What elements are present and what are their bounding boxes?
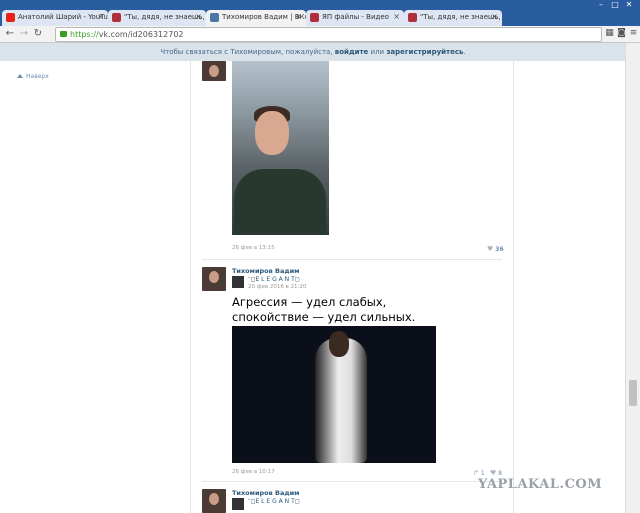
scrollbar-thumb[interactable] <box>629 380 637 406</box>
url-path: /id206312702 <box>127 30 184 39</box>
avatar[interactable] <box>202 267 226 291</box>
tab-label: "Ты, дядя, не знаешь, с к <box>124 13 206 21</box>
browser-toolbar: ← → ↻ https://vk.com/id206312702 ▦ ◙ ≡ <box>0 26 640 43</box>
camera-extension-icon[interactable]: ◙ <box>616 28 627 39</box>
tab-vk-profile[interactable]: Тихомиров Вадим | ВКон × <box>206 10 306 26</box>
window-controls: – □ ✕ <box>594 0 636 12</box>
back-icon[interactable]: ← <box>4 27 16 40</box>
repost-source-avatar[interactable] <box>232 498 244 510</box>
post-divider <box>202 481 502 482</box>
avatar[interactable] <box>202 489 226 513</box>
post-author[interactable]: Тихомиров Вадим <box>232 267 299 275</box>
yaplakal-icon <box>310 13 319 22</box>
login-banner: Чтобы связаться с Тихомировым, пожалуйст… <box>0 43 626 61</box>
tab-label: "Ты, дядя, не знаешь, с к <box>420 13 502 21</box>
share-count: 1 <box>480 470 485 477</box>
photo-content <box>329 331 349 357</box>
forward-icon[interactable]: → <box>18 27 30 40</box>
reload-icon[interactable]: ↻ <box>32 27 44 40</box>
close-icon[interactable]: × <box>97 12 104 21</box>
wall-feed: 26 фев в 13:15 ♥ 36 Тихомиров Вадим ᵔ◻E L… <box>190 61 514 513</box>
share-icon: ↱ <box>473 469 479 477</box>
repost-date[interactable]: 20 фев 2016 в 21:20 <box>248 284 306 290</box>
yaplakal-icon <box>408 13 417 22</box>
like-button[interactable]: ♥ 8 <box>490 469 502 477</box>
maximize-icon[interactable]: □ <box>608 0 622 9</box>
post-date[interactable]: 26 фев в 10:17 <box>232 469 275 475</box>
repost-source-avatar[interactable] <box>232 276 244 288</box>
post-author[interactable]: Тихомиров Вадим <box>232 489 299 497</box>
tab-label: ЯП файлы - Видео <box>322 13 389 21</box>
heart-icon: ♥ <box>487 245 494 253</box>
url-domain: vk.com <box>98 30 128 39</box>
tab-label: Анатолий Шарий - YouTu <box>18 13 108 21</box>
post-text-line: спокойствие — удел сильных. <box>232 310 416 324</box>
close-icon[interactable]: × <box>393 12 400 21</box>
tab-yaplakal-2[interactable]: "Ты, дядя, не знаешь, с к × <box>404 10 502 26</box>
post-divider <box>202 259 502 260</box>
like-button[interactable]: ♥ 36 <box>487 245 504 253</box>
extension-icon[interactable]: ▦ <box>604 28 615 39</box>
tab-yaplakal-1[interactable]: "Ты, дядя, не знаешь, с к × <box>108 10 206 26</box>
repost-source-name[interactable]: ᵔ◻E L E G A N T◻ <box>248 276 300 283</box>
post-photo[interactable] <box>232 326 436 463</box>
arrow-up-icon <box>17 74 23 78</box>
right-column <box>513 61 626 513</box>
close-icon[interactable]: × <box>491 12 498 21</box>
banner-text: или <box>368 48 387 56</box>
browser-tab-strip: Анатолий Шарий - YouTu × "Ты, дядя, не з… <box>0 0 640 26</box>
register-link[interactable]: зарегистрируйтесь <box>386 48 463 56</box>
heart-icon: ♥ <box>490 469 497 477</box>
minimize-icon[interactable]: – <box>594 0 608 9</box>
page-scrollbar[interactable] <box>625 43 640 513</box>
photo-content <box>255 111 289 155</box>
tab-youtube[interactable]: Анатолий Шарий - YouTu × <box>2 10 108 26</box>
address-bar[interactable]: https://vk.com/id206312702 <box>55 27 602 42</box>
like-count: 8 <box>498 470 503 477</box>
post-text-line: Агрессия — удел слабых, <box>232 295 387 309</box>
lock-icon <box>60 31 67 37</box>
banner-text: Чтобы связаться с Тихомировым, пожалуйст… <box>160 48 335 56</box>
left-column <box>0 61 190 513</box>
tab-yaplakal-video[interactable]: ЯП файлы - Видео × <box>306 10 404 26</box>
menu-icon[interactable]: ≡ <box>628 28 639 39</box>
post-photo[interactable] <box>232 61 329 235</box>
like-count: 36 <box>495 246 504 253</box>
post-date[interactable]: 26 фев в 13:15 <box>232 245 275 251</box>
yaplakal-icon <box>112 13 121 22</box>
vk-icon <box>210 13 219 22</box>
tab-label: Тихомиров Вадим | ВКон <box>222 13 306 21</box>
share-button[interactable]: ↱ 1 <box>473 469 485 477</box>
banner-text: . <box>463 48 466 56</box>
watermark: YAPLAKAL.COM <box>478 477 603 492</box>
login-link[interactable]: войдите <box>335 48 369 56</box>
youtube-icon <box>6 13 15 22</box>
url-scheme: https:// <box>70 30 99 39</box>
photo-content <box>234 169 326 235</box>
scroll-to-top-link[interactable]: Наверх <box>17 73 49 80</box>
avatar[interactable] <box>202 61 226 81</box>
window-close-icon[interactable]: ✕ <box>622 0 636 9</box>
repost-source-name[interactable]: ᵔ◻E L E G A N T◻ <box>248 498 300 505</box>
scroll-to-top-label: Наверх <box>26 73 49 80</box>
close-icon[interactable]: × <box>195 12 202 21</box>
close-icon[interactable]: × <box>295 12 302 21</box>
page-viewport: Чтобы связаться с Тихомировым, пожалуйст… <box>0 43 640 513</box>
